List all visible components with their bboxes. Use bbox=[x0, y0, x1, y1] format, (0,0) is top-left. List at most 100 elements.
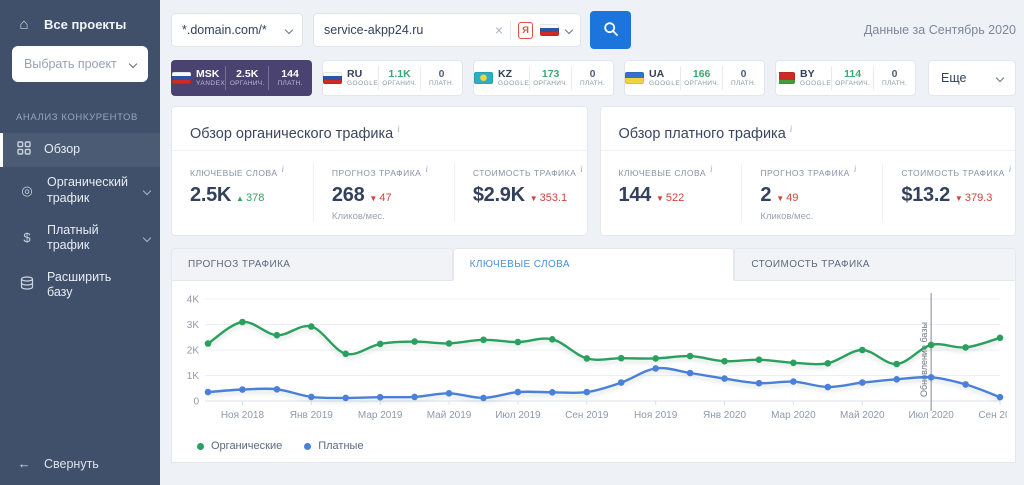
region-card-by-google[interactable]: BYGOOGLE 114ОРГАНИЧ. 0ПЛАТН. bbox=[775, 60, 916, 96]
project-select[interactable]: Выбрать проект bbox=[12, 46, 148, 82]
project-select-placeholder: Выбрать проект bbox=[24, 57, 117, 71]
legend-dot-organic bbox=[197, 443, 204, 450]
domain-filter-select[interactable]: *.domain.com/* bbox=[171, 13, 303, 47]
arrow-down-icon: ▼ bbox=[776, 194, 784, 203]
arrow-down-icon: ▼ bbox=[955, 194, 963, 203]
metric-traffic-forecast: ПРОГНОЗ ТРАФИКАi 268 ▼47 Кликов/мес. bbox=[313, 164, 454, 222]
info-icon[interactable]: i bbox=[425, 164, 428, 174]
arrow-up-icon: ▲ bbox=[236, 194, 244, 203]
search-input[interactable] bbox=[324, 23, 488, 37]
chevron-down-icon[interactable] bbox=[565, 26, 573, 34]
chart-legend: Органические Платные bbox=[181, 434, 1007, 452]
divider bbox=[510, 20, 511, 40]
yandex-icon: Я bbox=[518, 22, 533, 39]
tab-traffic-forecast[interactable]: ПРОГНОЗ ТРАФИКА bbox=[171, 248, 453, 281]
sidebar-item-label: Обзор bbox=[44, 142, 80, 158]
svg-text:Май 2019: Май 2019 bbox=[427, 410, 472, 421]
keywords-chart-panel: 01K2K3K4KНоя 2018Янв 2019Мар 2019Май 201… bbox=[171, 281, 1016, 463]
info-icon[interactable]: i bbox=[710, 164, 713, 174]
svg-text:1K: 1K bbox=[187, 371, 200, 382]
info-icon[interactable]: i bbox=[580, 164, 583, 174]
target-icon: ◎ bbox=[19, 183, 35, 199]
russia-flag-icon bbox=[323, 72, 342, 84]
chevron-down-icon bbox=[285, 26, 293, 34]
organic-caption: ОРГАНИЧ. bbox=[835, 80, 870, 87]
more-label: Еще bbox=[941, 71, 966, 85]
all-projects-link[interactable]: ⌂ Все проекты bbox=[0, 0, 160, 33]
russia-flag-icon[interactable] bbox=[540, 24, 559, 36]
search-box: × Я bbox=[313, 13, 581, 47]
paid-count: 144 bbox=[281, 68, 299, 80]
svg-text:Сен 2019: Сен 2019 bbox=[565, 410, 609, 421]
arrow-down-icon: ▼ bbox=[369, 194, 377, 203]
legend-label: Органические bbox=[211, 440, 282, 452]
legend-item-organic[interactable]: Органические bbox=[197, 440, 282, 452]
belarus-flag-icon bbox=[776, 72, 795, 84]
region-card-ru-google[interactable]: RUGOOGLE 1.1KОРГАНИЧ. 0ПЛАТН. bbox=[322, 60, 463, 96]
metric-traffic-cost: СТОИМОСТЬ ТРАФИКАi $13.2 ▼379.3 bbox=[882, 164, 1010, 222]
sidebar-item-paid-traffic[interactable]: $ Платный трафик bbox=[0, 215, 160, 262]
metric-traffic-forecast: ПРОГНОЗ ТРАФИКАi 2 ▼49 Кликов/мес. bbox=[741, 164, 882, 222]
region-code: UA bbox=[649, 68, 664, 80]
paid-count: 0 bbox=[590, 68, 596, 80]
legend-item-paid[interactable]: Платные bbox=[304, 440, 363, 452]
svg-text:4K: 4K bbox=[187, 295, 200, 306]
region-card-ua-google[interactable]: UAGOOGLE 166ОРГАНИЧ. 0ПЛАТН. bbox=[624, 60, 765, 96]
legend-dot-paid bbox=[304, 443, 311, 450]
back-arrow-icon: ← bbox=[16, 457, 32, 471]
paid-count: 0 bbox=[892, 68, 898, 80]
line-chart[interactable]: 01K2K3K4KНоя 2018Янв 2019Мар 2019Май 201… bbox=[181, 289, 1007, 429]
sidebar-item-overview[interactable]: Обзор bbox=[0, 133, 160, 167]
arrow-down-icon: ▼ bbox=[656, 194, 664, 203]
info-icon[interactable]: i bbox=[282, 164, 285, 174]
sidebar: ⌂ Все проекты Выбрать проект АНАЛИЗ КОНК… bbox=[0, 0, 160, 485]
info-icon[interactable]: i bbox=[854, 164, 857, 174]
svg-text:Ноя 2018: Ноя 2018 bbox=[221, 410, 265, 421]
organic-count: 2.5K bbox=[236, 68, 258, 80]
region-code: RU bbox=[347, 68, 362, 80]
main-content: *.domain.com/* × Я Данные за Сентябрь 20… bbox=[160, 0, 1024, 485]
chevron-down-icon bbox=[129, 60, 137, 68]
sidebar-section-label: АНАЛИЗ КОНКУРЕНТОВ bbox=[16, 112, 144, 123]
organic-count: 173 bbox=[542, 68, 560, 80]
svg-text:Ноя 2019: Ноя 2019 bbox=[634, 410, 678, 421]
organic-count: 1.1K bbox=[389, 68, 411, 80]
engine-label: GOOGLE bbox=[347, 80, 378, 87]
search-icon bbox=[603, 21, 619, 40]
region-cards-row: MSKYANDEX 2.5KОРГАНИЧ. 144ПЛАТН. RUGOOGL… bbox=[171, 60, 1016, 96]
engine-label: YANDEX bbox=[196, 80, 225, 87]
region-card-kz-google[interactable]: KZGOOGLE 173ОРГАНИЧ. 0ПЛАТН. bbox=[473, 60, 614, 96]
database-icon bbox=[19, 276, 35, 294]
data-period-note: Данные за Сентябрь 2020 bbox=[864, 23, 1016, 37]
sidebar-item-label: Платный трафик bbox=[47, 223, 132, 254]
info-icon[interactable]: i bbox=[397, 124, 400, 134]
search-button[interactable] bbox=[590, 11, 631, 49]
paid-count: 0 bbox=[741, 68, 747, 80]
svg-text:Обновление базы: Обновление базы bbox=[919, 322, 929, 397]
engine-label: GOOGLE bbox=[498, 80, 529, 87]
chevron-down-icon bbox=[143, 234, 151, 242]
collapse-sidebar-button[interactable]: ← Свернуть bbox=[16, 457, 99, 471]
organic-caption: ОРГАНИЧ. bbox=[382, 80, 417, 87]
svg-text:Мар 2020: Мар 2020 bbox=[771, 410, 816, 421]
more-regions-button[interactable]: Еще bbox=[928, 60, 1016, 96]
ukraine-flag-icon bbox=[625, 72, 644, 84]
region-card-msk-yandex[interactable]: MSKYANDEX 2.5KОРГАНИЧ. 144ПЛАТН. bbox=[171, 60, 312, 96]
metric-keywords: КЛЮЧЕВЫЕ СЛОВАi 2.5K ▲378 bbox=[172, 164, 313, 222]
chart-tabs: ПРОГНОЗ ТРАФИКА КЛЮЧЕВЫЕ СЛОВА СТОИМОСТЬ… bbox=[171, 248, 1016, 281]
engine-label: GOOGLE bbox=[649, 80, 680, 87]
paid-caption: ПЛАТН. bbox=[580, 80, 605, 87]
organic-caption: ОРГАНИЧ. bbox=[230, 80, 265, 87]
info-icon[interactable]: i bbox=[790, 124, 793, 134]
legend-label: Платные bbox=[318, 440, 363, 452]
tab-keywords[interactable]: КЛЮЧЕВЫЕ СЛОВА bbox=[453, 248, 735, 281]
sidebar-item-expand-base[interactable]: Расширить базу bbox=[0, 262, 160, 309]
clear-icon[interactable]: × bbox=[495, 22, 503, 38]
tab-traffic-cost[interactable]: СТОИМОСТЬ ТРАФИКА bbox=[734, 248, 1016, 281]
kazakhstan-flag-icon bbox=[474, 72, 493, 84]
svg-text:Сен 2020: Сен 2020 bbox=[978, 410, 1007, 421]
arrow-down-icon: ▼ bbox=[530, 194, 538, 203]
sidebar-item-organic-traffic[interactable]: ◎ Органический трафик bbox=[0, 167, 160, 214]
paid-caption: ПЛАТН. bbox=[278, 80, 303, 87]
info-icon[interactable]: i bbox=[1009, 164, 1012, 174]
